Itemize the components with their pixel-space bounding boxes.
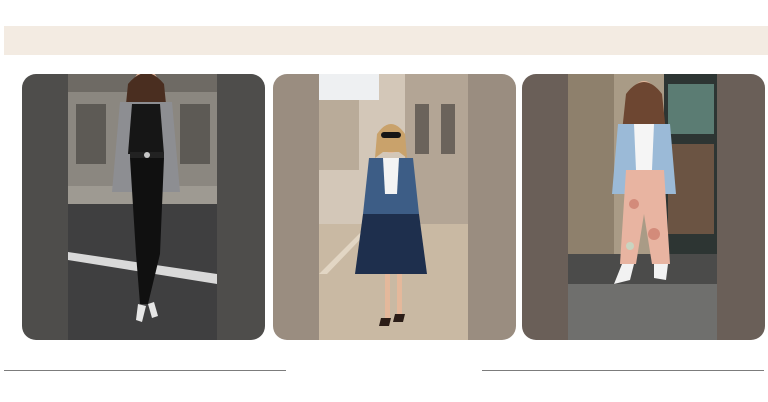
outfit-card-3[interactable] [522, 74, 765, 340]
photo-woman-denim-jacket-icon [319, 74, 468, 340]
divider-left [4, 370, 286, 371]
outfit-photo-3[interactable] [568, 74, 717, 340]
photo-woman-black-outfit-icon [68, 74, 217, 340]
outfit-photo-2[interactable] [319, 74, 468, 340]
photo-woman-blue-blazer-icon [568, 74, 717, 340]
outfit-card-1[interactable] [22, 74, 265, 340]
outfit-card-2[interactable] [273, 74, 516, 340]
outfit-photo-1[interactable] [68, 74, 217, 340]
header-band [4, 26, 768, 55]
divider-right [482, 370, 764, 371]
